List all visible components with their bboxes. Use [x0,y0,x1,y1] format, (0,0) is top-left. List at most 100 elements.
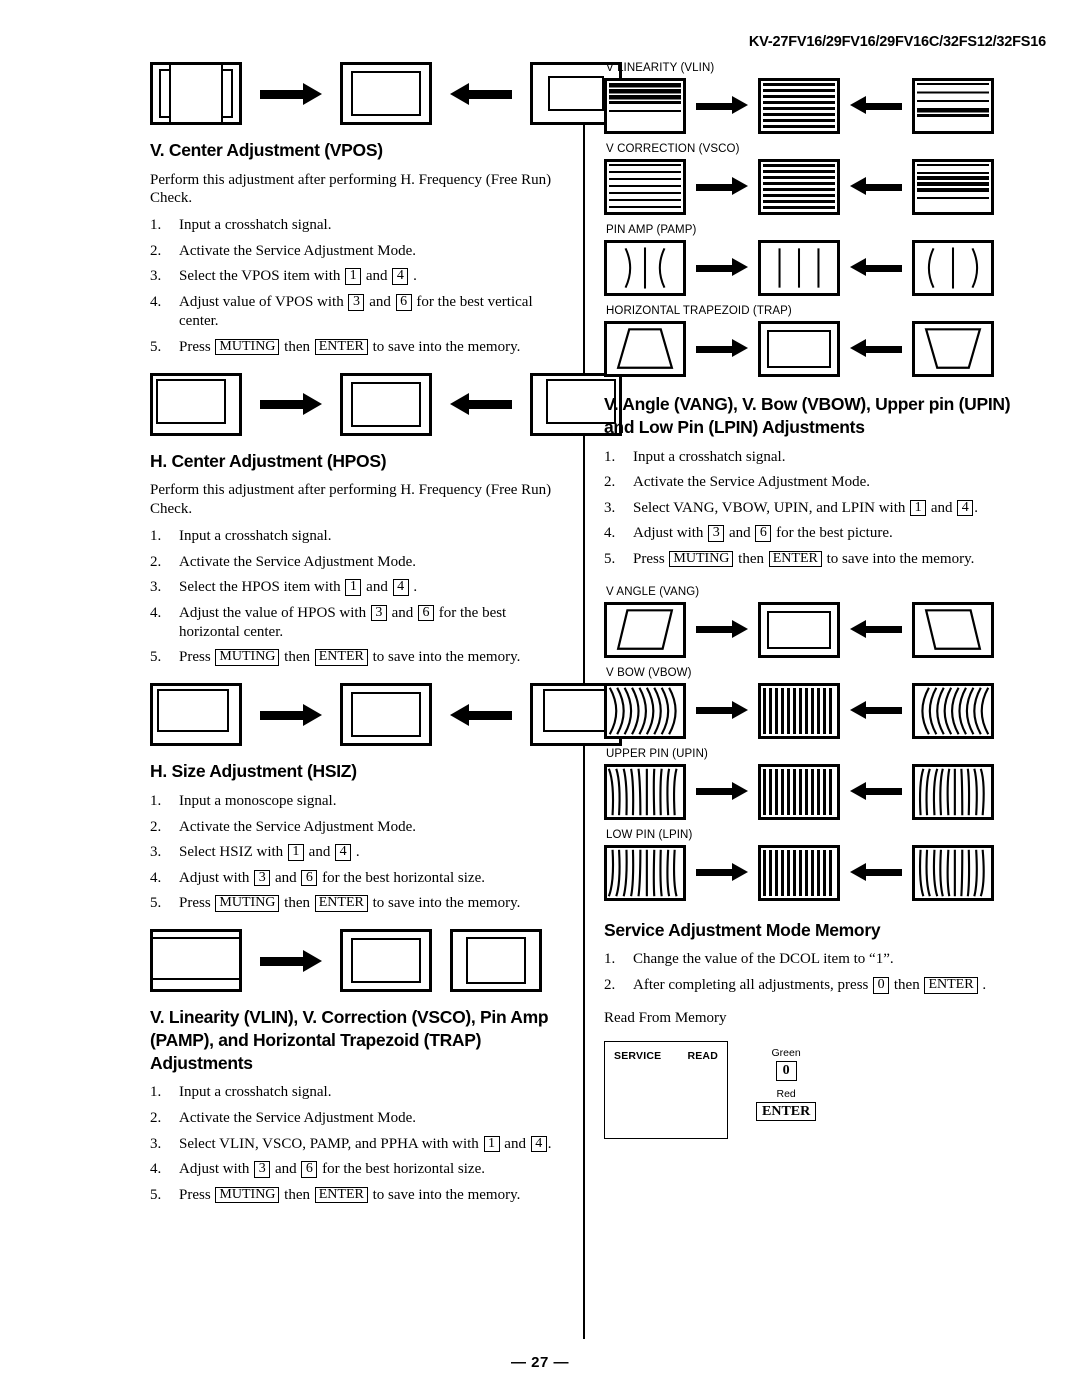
crt-panel-offset-left [150,372,242,436]
step-item: 3. Select the HPOS item with 1 and 4 . [150,578,560,597]
remote-key-enter[interactable]: ENTER [314,649,368,666]
step-item: 2. Activate the Service Adjustment Mode. [604,473,1024,492]
crt-panel-correct [340,372,432,436]
remote-key-muting[interactable]: MUTING [215,649,280,666]
red-key-cap[interactable]: ENTER [756,1101,817,1122]
arrow-right-icon [696,700,748,721]
remote-key-3[interactable]: 3 [370,604,387,622]
page-number: — 27 — [510,1354,570,1371]
step-item: 5. Press MUTING then ENTER to save into t… [150,338,560,357]
step-number: 4. [150,604,162,621]
remote-key-4[interactable]: 4 [957,499,974,517]
raster-outline [351,381,421,427]
diagram-hsize-wide-correct-narrow [150,62,622,125]
step-item: 4. Adjust the value of HPOS with 3 and 6 … [150,604,507,640]
upper-pin-out-icon [607,768,678,816]
diagram-label: PIN AMP (PAMP) [606,224,697,236]
step-number: 5. [150,1186,162,1203]
remote-key-1[interactable]: 1 [287,844,304,861]
remote-key-6[interactable]: 6 [301,1161,318,1178]
step-number: 4. [604,525,616,542]
remote-key-muting[interactable]: MUTING [215,1186,280,1204]
osd-read-label: READ [687,1050,718,1063]
step-item: 1. Input a crosshatch signal. [150,216,560,235]
left-column: V. Center Adjustment (VPOS) Perform this… [150,62,622,1211]
step-number: 3. [150,1135,162,1152]
remote-key-1[interactable]: 1 [345,579,362,596]
crt-panel-wide [150,62,242,125]
remote-key-4[interactable]: 4 [530,1135,547,1153]
step-number: 2. [604,474,616,491]
arrow-right-icon [696,862,748,883]
remote-key-muting[interactable]: MUTING [215,895,280,912]
step-number: 3. [150,844,162,861]
barrel-distortion-icon [624,247,666,289]
diagram-group-vang: V ANGLE (VANG) [604,586,1024,658]
remote-key-4[interactable]: 4 [335,844,352,861]
remote-key-4[interactable]: 4 [392,579,409,596]
diagram-group-vlin: V LINEARITY (VLIN) [604,62,1024,134]
page-header-models: KV-27FV16/29FV16/29FV16C/32FS12/32FS16 [748,34,1046,50]
crt-vlin-correct [758,78,840,134]
diagram-label: V CORRECTION (VSCO) [606,143,740,155]
osd-service-label: SERVICE [614,1050,662,1063]
remote-key-enter[interactable]: ENTER [768,550,822,568]
arrow-left-icon [850,339,902,359]
diagram-group-vbow: V BOW (VBOW) [604,667,1024,739]
step-number: 4. [150,869,162,886]
remote-key-6[interactable]: 6 [418,604,434,622]
remote-key-0[interactable]: 0 [873,977,890,994]
step-number: 5. [150,649,162,666]
heading-hpos: H. Center Adjustment (HPOS) [150,450,387,471]
green-key-cap[interactable]: 0 [775,1061,797,1081]
raster-outline [767,330,831,368]
step-number: 2. [150,1110,162,1127]
remote-key-3[interactable]: 3 [254,1161,271,1178]
arrow-left-icon [850,862,902,883]
low-pin-out-icon [918,849,985,897]
crt-trap-narrow-bottom [912,321,994,377]
remote-key-muting[interactable]: MUTING [215,338,280,356]
step-number: 3. [150,268,162,285]
remote-key-enter[interactable]: ENTER [314,895,368,912]
remote-key-3[interactable]: 3 [708,525,725,542]
diagram-label: LOW PIN (LPIN) [606,828,693,841]
remote-key-enter[interactable]: ENTER [314,338,368,356]
step-item: 3. Select the VPOS item with 1 and 4 . [150,267,560,286]
parallelogram-skew-left-icon [924,609,982,650]
trapezoid-narrow-bottom-icon [924,328,982,369]
arrow-right-icon [696,96,748,116]
step-item: 4. Adjust with 3 and 6 for the best horiz… [150,869,560,888]
crt-vbow-correct [758,682,840,739]
crt-vsco-correct [758,159,840,215]
step-item: 1. Input a crosshatch signal. [150,1083,560,1102]
remote-key-3[interactable]: 3 [348,293,365,311]
crt-trap-correct [758,321,840,377]
remote-key-1[interactable]: 1 [345,268,362,286]
arrow-right-icon [696,619,748,640]
raster-edge-marks [153,937,239,981]
crt-panel-correct [340,683,432,747]
steps-vang-group: 1. Input a crosshatch signal. 2. Activate t… [604,448,1024,569]
step-number: 2. [150,553,162,570]
remote-key-1[interactable]: 1 [483,1135,500,1153]
crt-upin-top-pulled-out [604,763,686,820]
remote-key-muting[interactable]: MUTING [669,550,734,568]
upper-pin-in-icon [918,768,985,816]
step-number: 2. [604,977,616,994]
remote-key-6[interactable]: 6 [755,525,772,542]
crt-panel-correct [340,929,432,993]
raster-outline [351,692,421,738]
arrow-right-icon [696,339,748,359]
remote-key-enter[interactable]: ENTER [924,977,978,994]
remote-key-4[interactable]: 4 [392,268,409,286]
raster-outline [351,938,421,984]
steps-memory: 1. Change the value of the DCOL item to “… [604,950,1024,995]
remote-key-6[interactable]: 6 [301,869,318,887]
remote-key-3[interactable]: 3 [254,869,271,887]
remote-key-6[interactable]: 6 [395,293,412,311]
memory-readout-illustration: SERVICE READ Green 0 Red ENTER [604,1041,1024,1140]
two-column-body: V. Center Adjustment (VPOS) Perform this… [0,62,1080,1342]
remote-key-1[interactable]: 1 [910,499,927,517]
remote-key-enter[interactable]: ENTER [314,1186,368,1204]
